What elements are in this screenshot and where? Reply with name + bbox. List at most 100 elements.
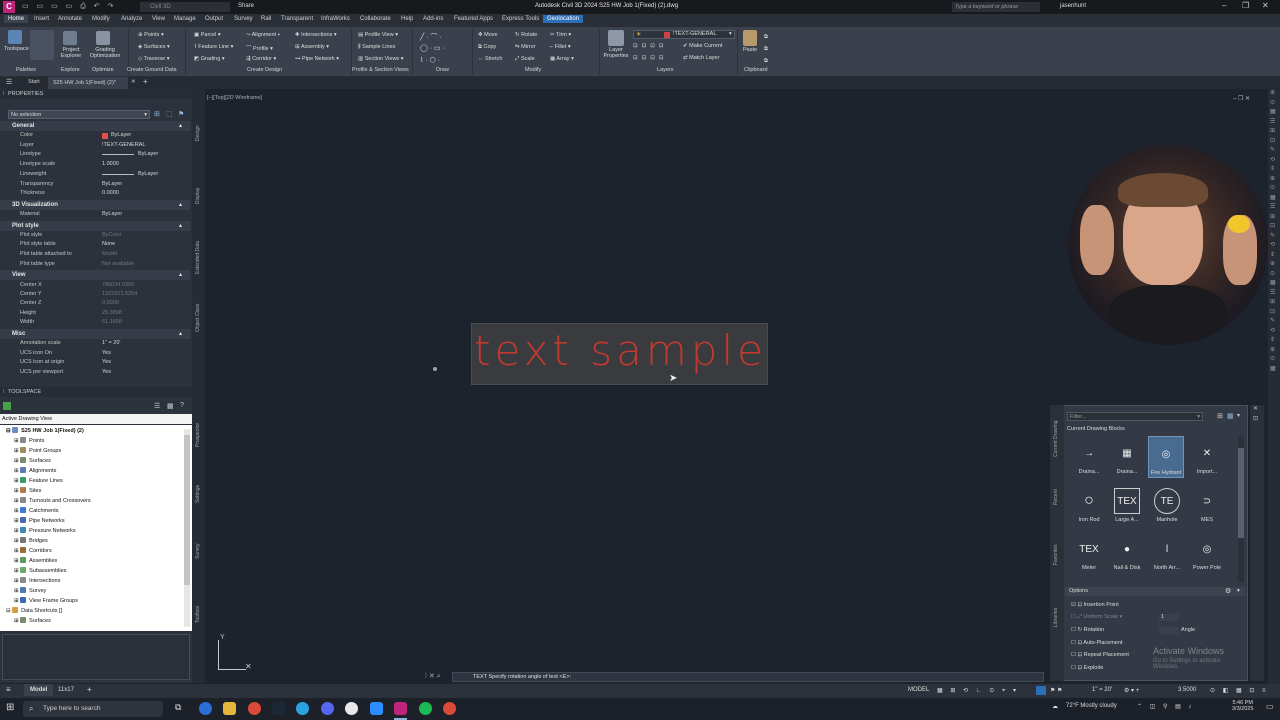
sample-lines-button[interactable]: ⫼ Sample Lines [358, 44, 395, 51]
toolspace-grid-icon[interactable]: ▦ [167, 402, 174, 410]
section-plot-style[interactable]: Plot style ▴ [0, 221, 190, 231]
notifications-icon[interactable]: ▭ [1266, 702, 1274, 711]
tree-item-sites[interactable]: ⊞ Sites [14, 487, 41, 494]
side-tab-design[interactable]: Design [195, 125, 201, 141]
move-button[interactable]: ✥ Move [478, 32, 498, 38]
tab-survey[interactable]: Survey [234, 16, 253, 22]
option-repeat-placement[interactable]: ☐ ⊡ Repeat Placement [1071, 652, 1129, 658]
user-account[interactable]: jasenhunt [1060, 3, 1086, 9]
layer-tools-row-icon[interactable]: ⊡⊡⊡⊡ [633, 55, 667, 61]
match-layer-button[interactable]: ⇄ Match Layer [683, 55, 719, 61]
tab-model[interactable]: Model [24, 684, 54, 696]
side-tab-favorites[interactable]: Favorites [1053, 544, 1059, 565]
grading-menu[interactable]: ◩ Grading ▾ [194, 56, 225, 62]
spotify-icon[interactable] [419, 702, 432, 715]
viewport-controls[interactable]: [−][Top][2D Wireframe] [207, 95, 262, 101]
trim-menu[interactable]: ✂ Trim ▾ [550, 32, 571, 38]
menu-icon[interactable]: ☰ [6, 78, 12, 86]
system-tray-icons[interactable]: ⌃ ◫ ⚲ ▤ ♪ [1137, 703, 1194, 710]
block-power-pole[interactable]: ◎ Power Pole [1189, 536, 1225, 572]
profile-menu[interactable]: ⌒ Profile ▾ [246, 44, 273, 52]
prop-color-value[interactable]: ByLayer [111, 132, 131, 138]
tree-scrollbar[interactable] [184, 429, 190, 627]
share-button[interactable]: Share [238, 3, 254, 9]
view-options-icon[interactable]: ▦ [1227, 412, 1234, 420]
tree-item-catchments[interactable]: ⊞ Catchments [14, 507, 59, 514]
panel-palettes[interactable]: Palettes [16, 67, 36, 73]
stretch-button[interactable]: ⇔ Stretch [478, 56, 502, 62]
block-iron-rod[interactable]: ○ Iron Rod [1071, 488, 1107, 523]
corridor-menu[interactable]: ⇶ Corridor ▾ [246, 56, 276, 62]
section-views-menu[interactable]: ▥ Section Views ▾ [358, 56, 403, 62]
side-tab-recent[interactable]: Recent [1053, 489, 1059, 505]
tab-add-ins[interactable]: Add-ins [423, 16, 443, 22]
parcel-menu[interactable]: ▣ Parcel ▾ [194, 32, 221, 38]
project-explorer-icon[interactable] [63, 31, 77, 45]
block-large-a[interactable]: TEX Large A... [1109, 488, 1145, 523]
grading-optimization-button[interactable]: Grading Optimization [86, 47, 124, 59]
tab-collaborate[interactable]: Collaborate [360, 16, 391, 22]
maximize-icon[interactable]: ❐ [1242, 1, 1249, 10]
block-mes[interactable]: ⊃ MES [1189, 488, 1225, 524]
tab-analyze[interactable]: Analyze [121, 16, 142, 22]
prop-ucs-icon-on-value[interactable]: Yes [102, 350, 111, 356]
browse-icon[interactable]: ⊞ [1217, 412, 1223, 420]
prop-linetype-scale-value[interactable]: 1.0000 [102, 161, 119, 167]
block-nail-disk[interactable]: ● Nail & Disk [1109, 536, 1145, 572]
scale-button[interactable]: ⤢ Scale [515, 56, 535, 63]
viewport-window-controls[interactable]: – ❐ ✕ [1233, 95, 1250, 102]
option-rotation[interactable]: ☐ ↻ Rotation [1071, 627, 1104, 633]
block-import[interactable]: ✕ Import... [1189, 440, 1225, 476]
tree-item-intersections[interactable]: ⊞ Intersections [14, 577, 60, 584]
block-drainage-2[interactable]: ▦ Draina... [1109, 440, 1145, 476]
close-tab-icon[interactable]: ✕ [131, 79, 136, 85]
prop-thickness-value[interactable]: 0.0000 [102, 190, 119, 196]
weather-icon[interactable]: ☁ [1052, 703, 1058, 710]
side-tab-display[interactable]: Display [195, 188, 201, 204]
civil3d-icon[interactable] [394, 702, 407, 715]
tree-item-feature-lines[interactable]: ⊞ Feature Lines [14, 477, 63, 484]
tree-item-surfaces[interactable]: ⊞ Surfaces [14, 457, 51, 464]
annotation-scale[interactable]: 1" = 20' [1092, 687, 1112, 693]
tab-express-tools[interactable]: Express Tools [502, 16, 539, 22]
options-header[interactable]: Options ⚙ ▾ [1065, 587, 1245, 596]
workspace-dropdown[interactable]: Civil 3D [140, 2, 230, 12]
block-drainage-1[interactable]: → Draina... [1071, 440, 1107, 476]
panel-modify[interactable]: Modify [525, 67, 541, 73]
quick-select-icon[interactable]: ⚑ [178, 110, 184, 118]
tab-home[interactable]: Home [4, 15, 29, 23]
prop-transparency-value[interactable]: ByLayer [102, 181, 122, 187]
side-tab-toolbox[interactable]: Toolbox [195, 606, 201, 623]
chrome-2-icon[interactable] [443, 702, 456, 715]
side-tab-survey[interactable]: Survey [195, 543, 201, 559]
tab-view[interactable]: View [152, 16, 165, 22]
insertion-grip-icon[interactable] [433, 367, 437, 371]
tab-insert[interactable]: Insert [34, 16, 49, 22]
layer-properties-button[interactable]: Layer Properties [601, 47, 631, 59]
tree-item-points[interactable]: ⊞ Points [14, 437, 44, 444]
tree-shortcut-surfaces[interactable]: ⊞ Surfaces [14, 617, 51, 624]
option-explode[interactable]: ☐ ⊡ Explode [1071, 665, 1104, 671]
selection-dropdown[interactable]: No selection ▾ [8, 110, 150, 119]
status-tools-icon[interactable]: ⊙ ◧ ▦ ⊡ ≡ [1210, 687, 1269, 694]
copy-button[interactable]: ⧉ Copy [478, 44, 496, 51]
close-icon[interactable]: ✕ [1262, 1, 1269, 10]
pipe-network-menu[interactable]: ⊶ Pipe Network ▾ [295, 56, 339, 62]
paste-icon[interactable] [743, 30, 757, 46]
profile-view-menu[interactable]: ▤ Profile View ▾ [358, 32, 398, 38]
side-tab-prospector[interactable]: Prospector [195, 423, 201, 447]
drafting-tools-icon[interactable]: ▦ ⊞ ⟲ ∟ ⊙ ⌖ ▾ [937, 687, 1019, 695]
file-explorer-icon[interactable] [223, 702, 236, 715]
windows-start-icon[interactable]: ⊞ [6, 702, 14, 713]
tab-featured-apps[interactable]: Featured Apps [454, 16, 493, 22]
add-layout-icon[interactable]: + [87, 685, 92, 694]
steam-icon[interactable] [272, 702, 285, 715]
layer-dropdown[interactable]: ☀ !TEXT-GENERAL ▾ [633, 30, 735, 39]
tree-item-alignments[interactable]: ⊞ Alignments [14, 467, 56, 474]
tree-root[interactable]: ⊟ S25 HW Job 1(Fixed) (2) [6, 427, 84, 434]
clock[interactable]: 5:46 PM 3/3/2025 [1232, 700, 1253, 712]
tab-transparent[interactable]: Transparent [281, 16, 313, 22]
tab-rail[interactable]: Rail [261, 16, 271, 22]
tab-manage[interactable]: Manage [174, 16, 196, 22]
side-tab-settings[interactable]: Settings [195, 485, 201, 503]
